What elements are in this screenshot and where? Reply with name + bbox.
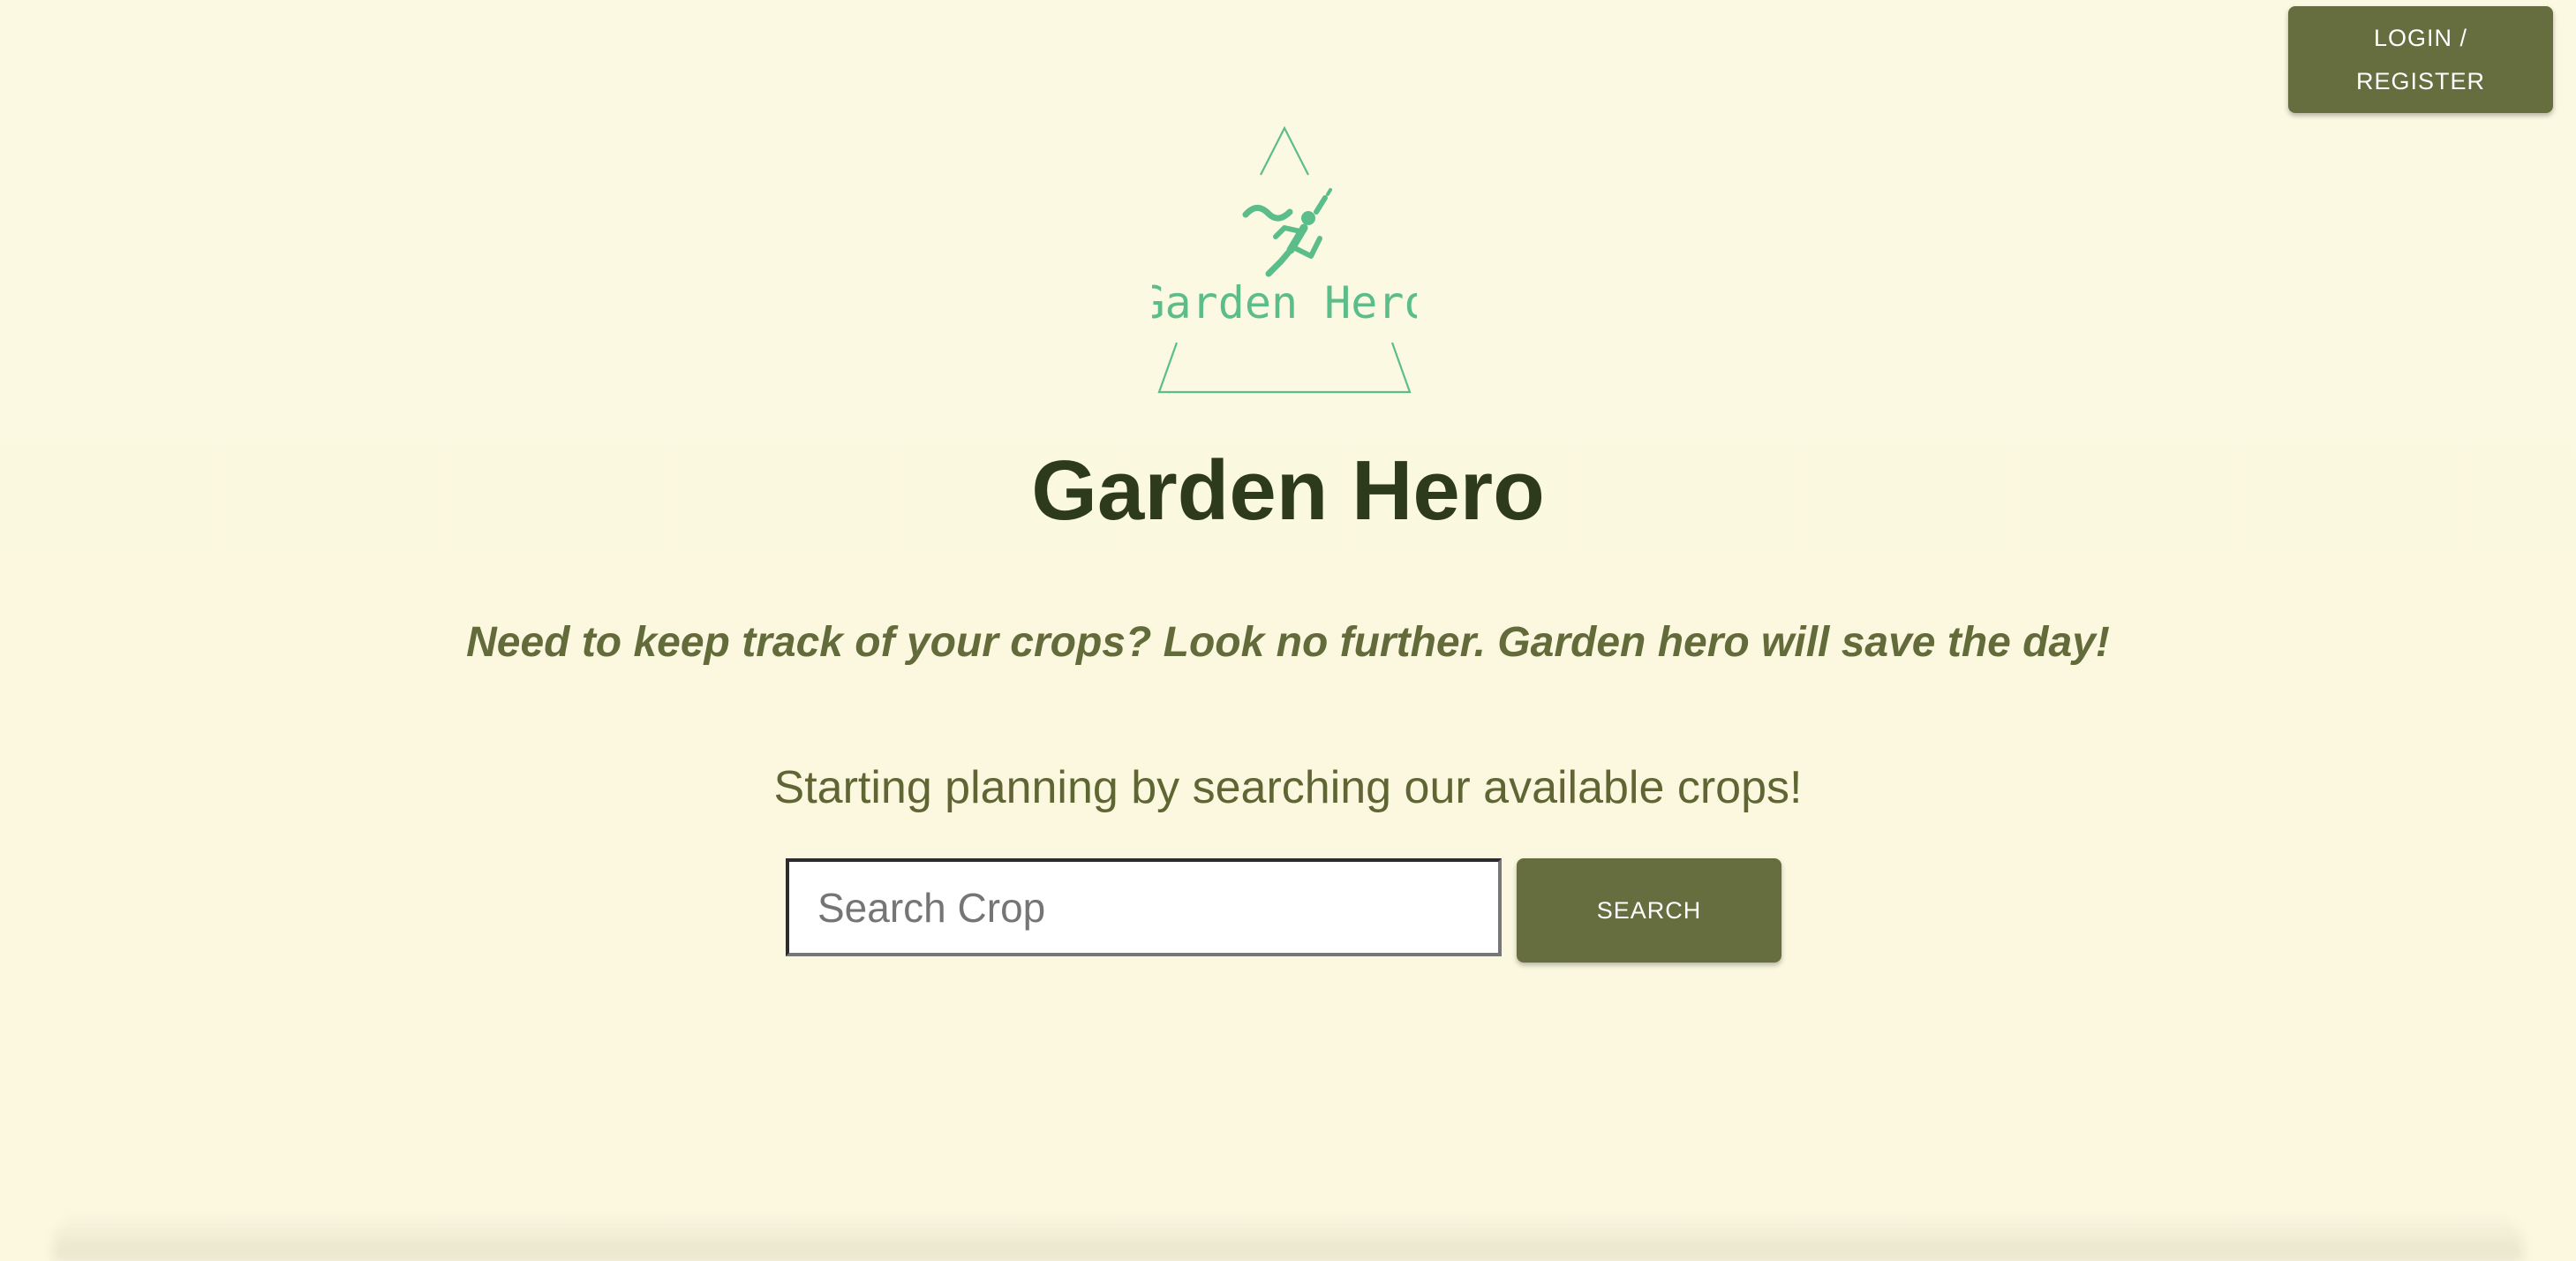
search-crop-input[interactable] xyxy=(786,858,1502,956)
logo-text: Garden Hero xyxy=(1152,277,1417,328)
register-label: REGISTER xyxy=(2355,67,2486,94)
tagline: Need to keep track of your crops? Look n… xyxy=(466,619,2110,666)
running-person-icon xyxy=(1242,188,1332,277)
bottom-shadow xyxy=(53,1212,2523,1261)
logo: Garden Hero xyxy=(1152,124,1417,397)
login-register-button[interactable]: LOGIN / REGISTER xyxy=(2288,6,2553,113)
page-title: Garden Hero xyxy=(1031,443,1545,538)
search-button[interactable]: SEARCH xyxy=(1517,858,1781,963)
login-label: LOGIN / xyxy=(2373,24,2468,51)
triangle-top-icon xyxy=(1260,125,1309,176)
triangle-base-icon xyxy=(1157,342,1412,394)
search-prompt: Starting planning by searching our avail… xyxy=(773,762,1803,813)
garden-hero-logo-graphic: Garden Hero xyxy=(1152,125,1417,394)
